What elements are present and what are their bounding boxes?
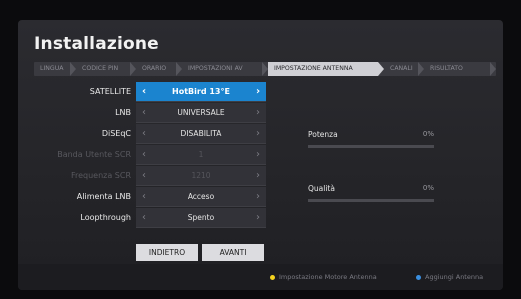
chevron-left-icon[interactable]: ‹ bbox=[138, 103, 150, 123]
step-lingua: LINGUA bbox=[34, 62, 76, 76]
scr-band-selector: ‹ 1 › bbox=[136, 145, 266, 165]
setting-value: Spento bbox=[187, 213, 215, 222]
step-impostazioni-av: IMPOSTAZIONI AV bbox=[182, 62, 268, 76]
chevron-right-icon: › bbox=[256, 149, 260, 160]
step-impostazione-antenna: IMPOSTAZIONE ANTENNA bbox=[268, 62, 384, 76]
diseqc-selector[interactable]: ‹ DISABILITA › bbox=[136, 124, 266, 144]
chevron-right-icon[interactable]: › bbox=[252, 82, 264, 102]
blue-key-hint[interactable]: Aggiungi Antenna bbox=[416, 273, 483, 281]
step-label: RISULTATO bbox=[430, 65, 463, 72]
yellow-key-hint[interactable]: Impostazione Motore Antenna bbox=[270, 273, 377, 281]
blue-dot-icon bbox=[416, 274, 421, 280]
setting-row-alimenta-lnb[interactable]: Alimenta LNB ‹ Acceso › bbox=[28, 187, 278, 207]
satellite-selector[interactable]: ‹ HotBird 13°E › bbox=[136, 82, 266, 102]
chevron-left-icon: ‹ bbox=[142, 149, 146, 160]
quality-bar bbox=[308, 199, 434, 202]
setting-row-loopthrough[interactable]: Loopthrough ‹ Spento › bbox=[28, 208, 278, 228]
quality-value: 0% bbox=[422, 184, 434, 192]
chevron-left-icon[interactable]: ‹ bbox=[138, 124, 150, 144]
power-value: 0% bbox=[422, 130, 434, 138]
setting-label: Loopthrough bbox=[80, 213, 131, 222]
setting-value: Acceso bbox=[187, 192, 215, 201]
yellow-dot-icon bbox=[270, 274, 275, 280]
chevron-left-icon[interactable]: ‹ bbox=[138, 82, 150, 102]
power-bar bbox=[308, 145, 434, 148]
step-risultato: RISULTATO bbox=[424, 62, 496, 76]
setting-value: UNIVERSALE bbox=[177, 108, 225, 117]
blue-key-label: Aggiungi Antenna bbox=[425, 273, 484, 281]
setting-value: HotBird 13°E bbox=[172, 87, 230, 96]
setting-label: LNB bbox=[115, 108, 131, 117]
scr-frequency-selector: ‹ 1210 › bbox=[136, 166, 266, 186]
chevron-left-icon[interactable]: ‹ bbox=[138, 187, 150, 207]
chevron-left-icon[interactable]: ‹ bbox=[138, 208, 150, 228]
chevron-right-icon[interactable]: › bbox=[252, 124, 264, 144]
step-label: IMPOSTAZIONI AV bbox=[188, 65, 243, 72]
quality-label: Qualità bbox=[308, 184, 335, 193]
lnb-power-selector[interactable]: ‹ Acceso › bbox=[136, 187, 266, 207]
chevron-right-icon[interactable]: › bbox=[252, 187, 264, 207]
chevron-right-icon[interactable]: › bbox=[252, 208, 264, 228]
chevron-left-icon: ‹ bbox=[142, 170, 146, 181]
step-canali: CANALI bbox=[378, 62, 424, 76]
step-orario: ORARIO bbox=[136, 62, 182, 76]
step-label: IMPOSTAZIONE ANTENNA bbox=[274, 65, 353, 72]
wizard-steps: LINGUA Codice PIN ORARIO IMPOSTAZIONI AV… bbox=[34, 62, 496, 76]
setting-row-frequenza-scr: Frequenza SCR ‹ 1210 › bbox=[28, 166, 278, 186]
setting-row-banda-utente-scr: Banda Utente SCR ‹ 1 › bbox=[28, 145, 278, 165]
setting-label: Banda Utente SCR bbox=[57, 150, 131, 159]
setting-value: DISABILITA bbox=[180, 129, 222, 138]
step-label: ORARIO bbox=[142, 65, 167, 72]
yellow-key-label: Impostazione Motore Antenna bbox=[279, 273, 377, 281]
setting-row-satellite[interactable]: SATELLITE ‹ HotBird 13°E › bbox=[28, 82, 278, 102]
setting-label: SATELLITE bbox=[89, 87, 131, 96]
back-button[interactable]: INDIETRO bbox=[136, 244, 198, 261]
lnb-selector[interactable]: ‹ UNIVERSALE › bbox=[136, 103, 266, 123]
installation-screen: Installazione LINGUA Codice PIN ORARIO I… bbox=[18, 20, 503, 290]
power-label: Potenza bbox=[308, 130, 338, 139]
step-codice-pin: Codice PIN bbox=[76, 62, 136, 76]
loopthrough-selector[interactable]: ‹ Spento › bbox=[136, 208, 266, 228]
step-label: CANALI bbox=[390, 65, 413, 72]
page-title: Installazione bbox=[34, 34, 159, 54]
setting-value: 1 bbox=[198, 150, 204, 159]
next-button[interactable]: AVANTI bbox=[202, 244, 264, 261]
setting-row-diseqc[interactable]: DiSEqC ‹ DISABILITA › bbox=[28, 124, 278, 144]
setting-label: Frequenza SCR bbox=[70, 171, 131, 180]
setting-row-lnb[interactable]: LNB ‹ UNIVERSALE › bbox=[28, 103, 278, 123]
step-label: Codice PIN bbox=[82, 65, 119, 72]
setting-label: Alimenta LNB bbox=[76, 192, 131, 201]
footer-legend-bar: Impostazione Motore Antenna Aggiungi Ant… bbox=[18, 264, 503, 290]
chevron-right-icon[interactable]: › bbox=[252, 103, 264, 123]
setting-label: DiSEqC bbox=[101, 129, 131, 138]
chevron-right-icon: › bbox=[256, 170, 260, 181]
step-label: LINGUA bbox=[40, 65, 64, 72]
setting-value: 1210 bbox=[191, 171, 211, 180]
